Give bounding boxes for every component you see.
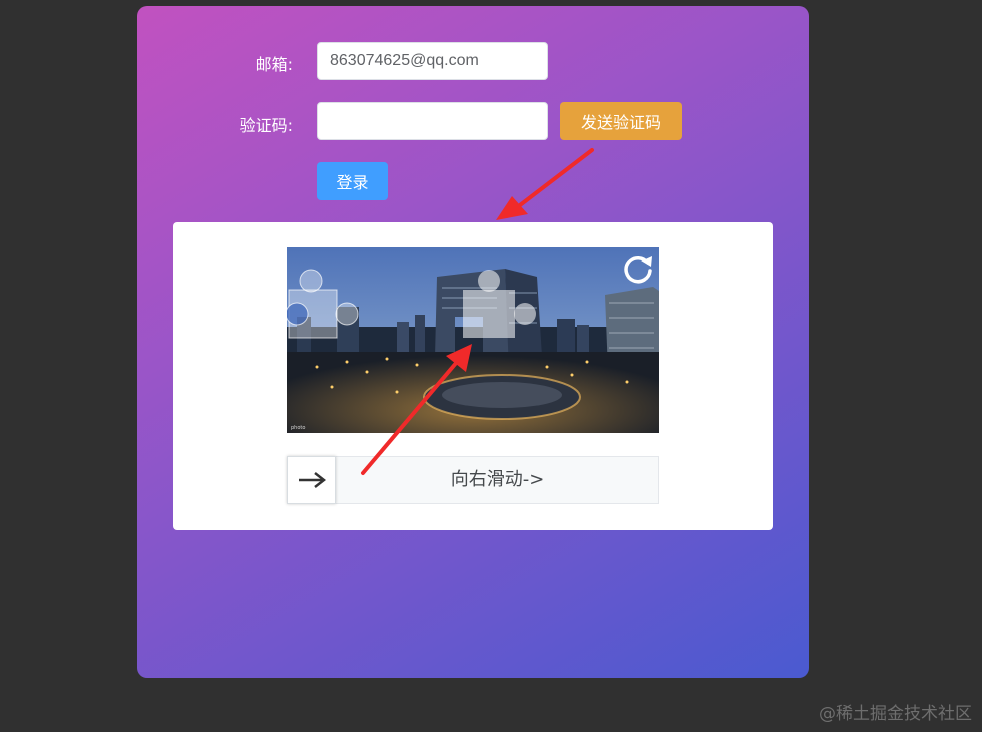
login-button[interactable]: 登录 — [317, 162, 388, 200]
svg-text:photo: photo — [291, 425, 305, 431]
email-field[interactable] — [317, 42, 548, 80]
slider-track[interactable]: 向右滑动-> — [287, 456, 659, 504]
slider-hint-text: 向右滑动-> — [450, 469, 545, 490]
refresh-icon[interactable] — [621, 251, 655, 285]
slider-handle[interactable] — [287, 456, 336, 504]
slider-captcha-panel: photo 向右滑动-> — [173, 222, 773, 530]
city-night-image: photo — [287, 247, 659, 433]
code-label: 验证码: — [239, 116, 293, 135]
captcha-background-image: photo — [287, 247, 659, 433]
arrow-right-icon — [298, 472, 326, 488]
email-label: 邮箱: — [255, 55, 293, 74]
watermark: @稀土掘金技术社区 — [819, 704, 972, 724]
verification-code-field[interactable] — [317, 102, 548, 140]
send-code-button[interactable]: 发送验证码 — [560, 102, 682, 140]
